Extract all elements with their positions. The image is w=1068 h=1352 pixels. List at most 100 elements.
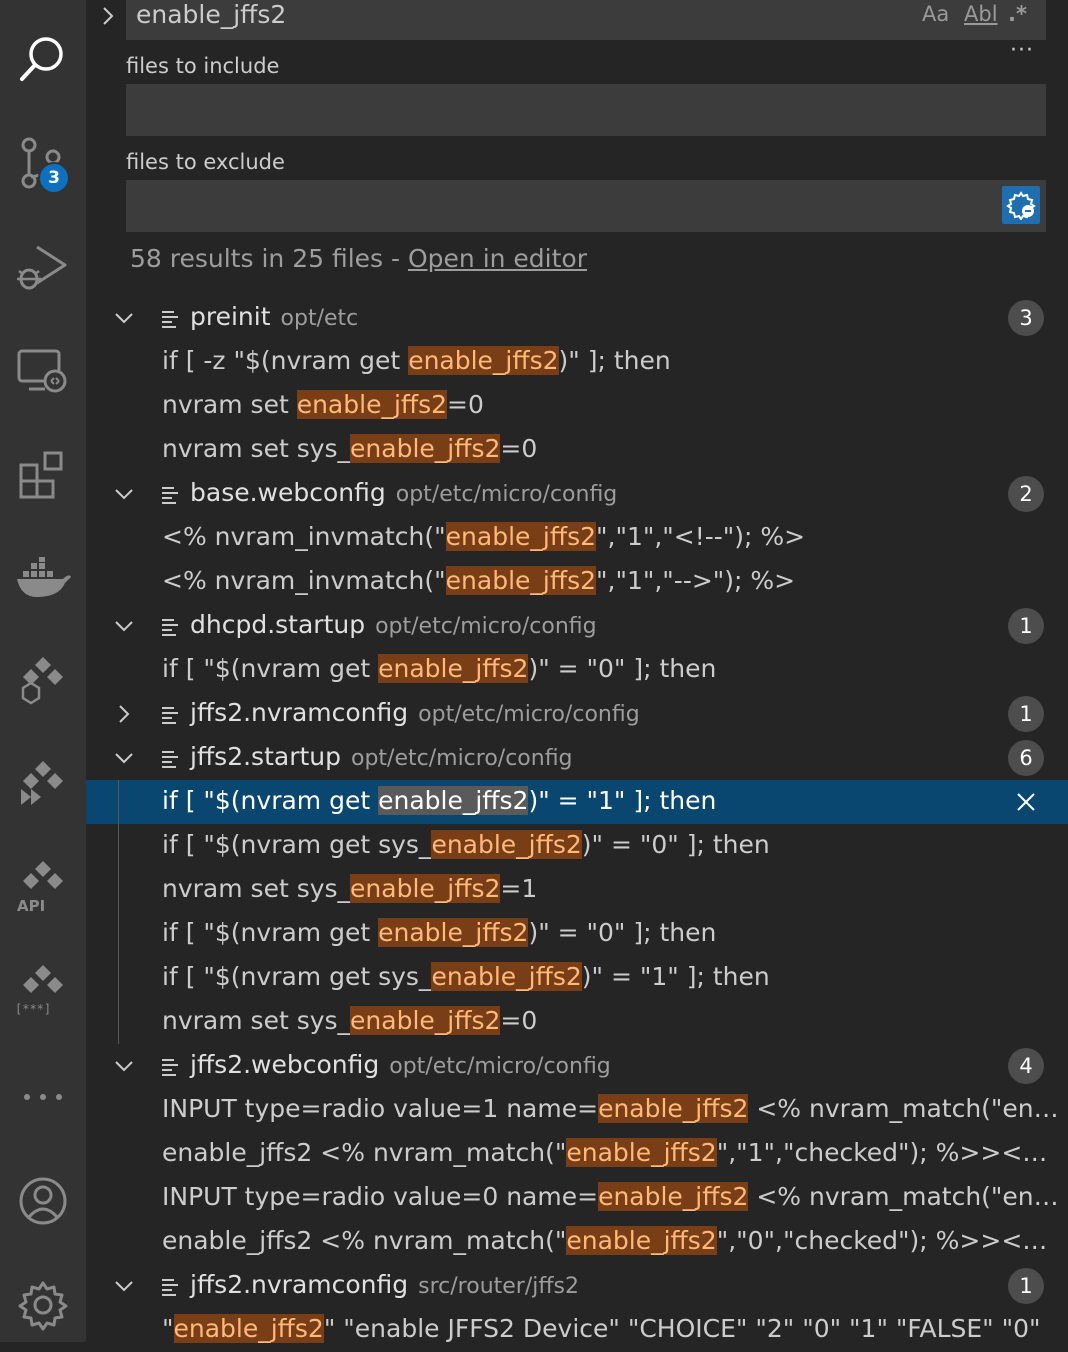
match-highlight: enable_jffs2	[566, 1138, 717, 1167]
match-suffix: <% nvram_match("enable_jffs2","0","check…	[756, 1182, 1062, 1211]
match-row[interactable]: if [ "$(nvram get enable_jffs2)" = "0" ]…	[86, 912, 1068, 956]
match-row[interactable]: nvram set enable_jffs2=0	[86, 384, 1068, 428]
match-count-badge: 1	[1008, 608, 1044, 644]
chevron-down-icon[interactable]	[112, 746, 136, 770]
file-path: opt/etc/micro/config	[395, 482, 618, 507]
match-suffix: )" = "0" ]; then	[581, 830, 770, 859]
match-highlight: enable_jffs2	[350, 1006, 501, 1035]
chevron-down-icon[interactable]	[112, 306, 136, 330]
match-prefix: nvram set	[162, 390, 297, 419]
match-highlight: enable_jffs2	[445, 566, 596, 595]
match-case-icon[interactable]: Aa	[922, 2, 949, 26]
search-icon[interactable]	[0, 24, 86, 94]
match-row[interactable]: if [ "$(nvram get enable_jffs2)" = "0" ]…	[86, 648, 1068, 692]
match-text: "enable_jffs2" "enable JFFS2 Device" "CH…	[162, 1314, 1062, 1343]
match-suffix: ","1","-->"); %>	[596, 566, 796, 595]
match-row[interactable]: if [ "$(nvram get sys_enable_jffs2)" = "…	[86, 956, 1068, 1000]
api-icon[interactable]: API	[0, 850, 86, 920]
use-exclude-settings-icon[interactable]	[1002, 186, 1040, 224]
chevron-down-icon[interactable]	[112, 614, 136, 638]
match-count-badge: 4	[1008, 1048, 1044, 1084]
toggle-replace-chevron-right-icon[interactable]	[96, 4, 120, 28]
extensions-icon[interactable]	[0, 440, 86, 510]
chevron-down-icon[interactable]	[112, 1054, 136, 1078]
match-row[interactable]: <% nvram_invmatch("enable_jffs2","1","<!…	[86, 516, 1068, 560]
match-row[interactable]: nvram set sys_enable_jffs2=0	[86, 1000, 1068, 1044]
file-result-row[interactable]: base.webconfig opt/etc/micro/config 2	[86, 472, 1068, 516]
files-to-exclude-label: files to exclude	[126, 150, 285, 174]
dismiss-match-close-icon[interactable]	[1014, 790, 1038, 814]
file-name: base.webconfig opt/etc/micro/config	[190, 478, 618, 507]
files-to-include-input[interactable]	[126, 84, 1046, 136]
kubernetes-icon[interactable]	[0, 646, 86, 716]
match-highlight: enable_jffs2	[378, 918, 529, 947]
match-row[interactable]: enable_jffs2 <% nvram_match("enable_jffs…	[86, 1132, 1068, 1176]
match-prefix: if [ "$(nvram get sys_	[162, 962, 432, 991]
file-result-row[interactable]: jffs2.webconfig opt/etc/micro/config 4	[86, 1044, 1068, 1088]
deploy-icon[interactable]	[0, 748, 86, 818]
match-prefix: nvram set sys_	[162, 874, 351, 903]
use-regex-icon[interactable]: .*	[1008, 2, 1027, 26]
match-suffix: <% nvram_match("enable_jffs2","1","check…	[756, 1094, 1062, 1123]
match-text: if [ "$(nvram get sys_enable_jffs2)" = "…	[162, 962, 1062, 991]
match-suffix: =0	[500, 434, 538, 463]
match-highlight: enable_jffs2	[378, 654, 529, 683]
match-row[interactable]: INPUT type=radio value=1 name=enable_jff…	[86, 1088, 1068, 1132]
open-in-editor-link[interactable]: Open in editor	[408, 244, 587, 273]
file-result-row[interactable]: jffs2.startup opt/etc/micro/config 6	[86, 736, 1068, 780]
match-row[interactable]: nvram set sys_enable_jffs2=1	[86, 868, 1068, 912]
file-icon	[162, 311, 178, 328]
match-suffix: ","1","<!--"); %>	[596, 522, 806, 551]
match-row[interactable]: if [ -z "$(nvram get enable_jffs2)" ]; t…	[86, 340, 1068, 384]
results-count-text: 58 results in 25 files -	[130, 244, 408, 273]
match-whole-word-icon[interactable]: Abl	[964, 2, 998, 26]
match-row[interactable]: nvram set sys_enable_jffs2=0	[86, 428, 1068, 472]
file-result-row[interactable]: dhcpd.startup opt/etc/micro/config 1	[86, 604, 1068, 648]
match-text: INPUT type=radio value=0 name=enable_jff…	[162, 1182, 1062, 1211]
more-icon[interactable]	[0, 1062, 86, 1132]
remote-explorer-icon[interactable]	[0, 336, 86, 406]
match-count-badge: 3	[1008, 300, 1044, 336]
file-result-row[interactable]: jffs2.nvramconfig opt/etc/micro/config 1	[86, 692, 1068, 736]
match-suffix: )" = "0" ]; then	[528, 918, 717, 947]
chevron-down-icon[interactable]	[112, 1274, 136, 1298]
docker-icon[interactable]	[0, 544, 86, 614]
schema-icon[interactable]: [***]	[0, 954, 86, 1024]
match-row[interactable]: if [ "$(nvram get sys_enable_jffs2)" = "…	[86, 824, 1068, 868]
match-prefix: "	[162, 1314, 174, 1343]
file-result-row[interactable]: jffs2.nvramconfig src/router/jffs2 1	[86, 1264, 1068, 1308]
match-prefix: nvram set sys_	[162, 434, 351, 463]
match-prefix: INPUT type=radio value=0 name=	[162, 1182, 599, 1211]
match-prefix: if [ -z "$(nvram get	[162, 346, 409, 375]
match-text: <% nvram_invmatch("enable_jffs2","1","<!…	[162, 522, 1062, 551]
match-highlight: enable_jffs2	[598, 1094, 749, 1123]
file-icon	[162, 751, 178, 768]
match-prefix: if [ "$(nvram get	[162, 654, 379, 683]
match-highlight: enable_jffs2	[350, 874, 501, 903]
file-name: jffs2.webconfig opt/etc/micro/config	[190, 1050, 611, 1079]
match-row[interactable]: <% nvram_invmatch("enable_jffs2","1","--…	[86, 560, 1068, 604]
file-result-row[interactable]: preinit opt/etc 3	[86, 296, 1068, 340]
match-row[interactable]: "enable_jffs2" "enable JFFS2 Device" "CH…	[86, 1308, 1068, 1352]
match-row[interactable]: INPUT type=radio value=0 name=enable_jff…	[86, 1176, 1068, 1220]
settings-gear-icon[interactable]	[0, 1270, 86, 1340]
run-debug-icon[interactable]	[0, 230, 86, 300]
match-highlight: enable_jffs2	[296, 390, 448, 419]
account-icon[interactable]	[0, 1166, 86, 1236]
chevron-right-icon[interactable]	[112, 702, 136, 726]
match-row[interactable]: if [ "$(nvram get enable_jffs2)" = "1" ]…	[86, 780, 1068, 824]
match-count-badge: 6	[1008, 740, 1044, 776]
match-prefix: if [ "$(nvram get sys_	[162, 830, 432, 859]
match-suffix: " "enable JFFS2 Device" "CHOICE" "2" "0"…	[323, 1314, 1041, 1343]
file-path: opt/etc/micro/config	[389, 1054, 611, 1079]
match-suffix: =0	[447, 390, 484, 419]
files-to-exclude-input[interactable]	[126, 180, 1046, 232]
chevron-down-icon[interactable]	[112, 482, 136, 506]
match-count-badge: 2	[1008, 476, 1044, 512]
toggle-search-details-icon[interactable]: ···	[1010, 38, 1034, 63]
match-prefix: nvram set sys_	[162, 1006, 351, 1035]
search-input[interactable]: enable_jffs2 Aa Abl .*	[126, 0, 1046, 40]
file-path: opt/etc/micro/config	[351, 746, 573, 771]
match-row[interactable]: enable_jffs2 <% nvram_match("enable_jffs…	[86, 1220, 1068, 1264]
match-prefix: <% nvram_invmatch("	[162, 566, 446, 595]
